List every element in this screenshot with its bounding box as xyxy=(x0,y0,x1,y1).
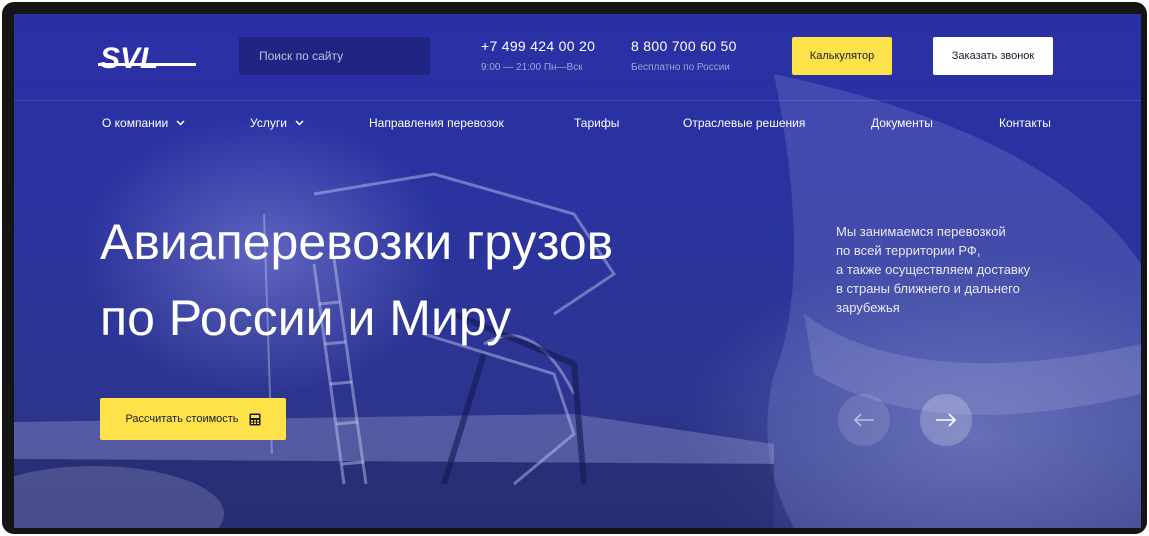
nav-item-directions[interactable]: Направления перевозок xyxy=(369,116,504,130)
nav-item-tariffs[interactable]: Тарифы xyxy=(574,116,619,130)
phone-block-main: +7 499 424 00 20 9:00 — 21:00 Пн—Вск xyxy=(481,38,595,73)
logo-text: SVL xyxy=(100,42,158,73)
phone-hours: 9:00 — 21:00 Пн—Вск xyxy=(481,62,583,73)
phone-number-free[interactable]: 8 800 700 60 50 xyxy=(631,38,737,54)
calculate-cost-label: Рассчитать стоимость xyxy=(125,413,239,425)
chevron-down-icon xyxy=(295,120,304,126)
nav-label: Отраслевые решения xyxy=(683,116,806,130)
calculator-button[interactable]: Калькулятор xyxy=(792,37,892,75)
slider-prev-button[interactable] xyxy=(838,394,890,446)
calculator-icon xyxy=(249,413,261,425)
hero-description-line: зарубежья xyxy=(836,300,900,315)
hero-description-line: а также осуществляем доставку xyxy=(836,262,1031,277)
nav-item-documents[interactable]: Документы xyxy=(871,116,933,130)
search-input[interactable] xyxy=(257,48,416,64)
nav-item-contacts[interactable]: Контакты xyxy=(999,116,1051,130)
hero-title-line: Авиаперевозки грузов xyxy=(100,214,614,270)
hero-title: Авиаперевозки грузов по России и Миру xyxy=(100,204,750,356)
svl-logo[interactable]: SVL xyxy=(98,41,198,73)
arrow-left-icon xyxy=(853,413,874,427)
calculate-cost-button[interactable]: Рассчитать стоимость xyxy=(100,398,286,440)
slider-next-button[interactable] xyxy=(920,394,972,446)
hero-description-line: по всей территории РФ, xyxy=(836,243,981,258)
phone-block-free: 8 800 700 60 50 Бесплатно по России xyxy=(631,38,737,73)
header-divider xyxy=(14,100,1141,101)
hero-title-line: по России и Миру xyxy=(100,290,512,346)
nav-item-industry-solutions[interactable]: Отраслевые решения xyxy=(683,116,805,130)
nav-label: О компании xyxy=(102,116,169,130)
hero-description-line: Мы занимаемся перевозкой xyxy=(836,224,1006,239)
hero-description-line: в страны ближнего и дальнего xyxy=(836,281,1020,296)
order-call-button[interactable]: Заказать звонок xyxy=(933,37,1053,75)
hero-description: Мы занимаемся перевозкой по всей террито… xyxy=(836,222,1066,317)
nav-label: Направления перевозок xyxy=(369,116,504,130)
nav-label: Тарифы xyxy=(574,116,620,130)
phone-note: Бесплатно по России xyxy=(631,62,730,73)
nav-label: Документы xyxy=(871,116,933,130)
nav-item-services[interactable]: Услуги xyxy=(250,116,304,130)
nav-label: Услуги xyxy=(250,116,287,130)
chevron-down-icon xyxy=(176,120,185,126)
site-search[interactable] xyxy=(239,37,430,75)
hero-screen: SVL +7 499 424 00 20 9:00 — 21:00 Пн—Вск… xyxy=(14,14,1141,528)
browser-frame: SVL +7 499 424 00 20 9:00 — 21:00 Пн—Вск… xyxy=(2,2,1147,534)
nav-label: Контакты xyxy=(999,116,1051,130)
nav-item-company[interactable]: О компании xyxy=(102,116,185,130)
phone-number-main[interactable]: +7 499 424 00 20 xyxy=(481,38,595,54)
arrow-right-icon xyxy=(936,413,957,427)
